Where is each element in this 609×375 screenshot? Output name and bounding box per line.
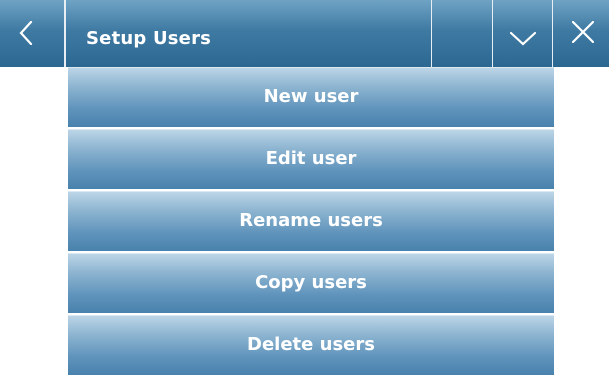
title-bar: Setup Users [68, 0, 432, 67]
close-button[interactable] [554, 0, 609, 67]
back-button[interactable] [0, 0, 66, 67]
dropdown-button[interactable] [494, 0, 553, 67]
delete-users-button[interactable]: Delete users [68, 315, 554, 375]
new-user-button[interactable]: New user [68, 67, 554, 127]
users-menu: New user Edit user Rename users Copy use… [68, 67, 554, 375]
chevron-down-icon [510, 31, 536, 46]
page-title: Setup Users [86, 28, 212, 49]
edit-user-button[interactable]: Edit user [68, 129, 554, 189]
close-icon [572, 21, 594, 43]
top-bar: Setup Users [0, 0, 609, 67]
chevron-left-icon [19, 21, 33, 45]
copy-users-button[interactable]: Copy users [68, 253, 554, 313]
rename-users-button[interactable]: Rename users [68, 191, 554, 251]
header-empty-slot [433, 0, 493, 67]
